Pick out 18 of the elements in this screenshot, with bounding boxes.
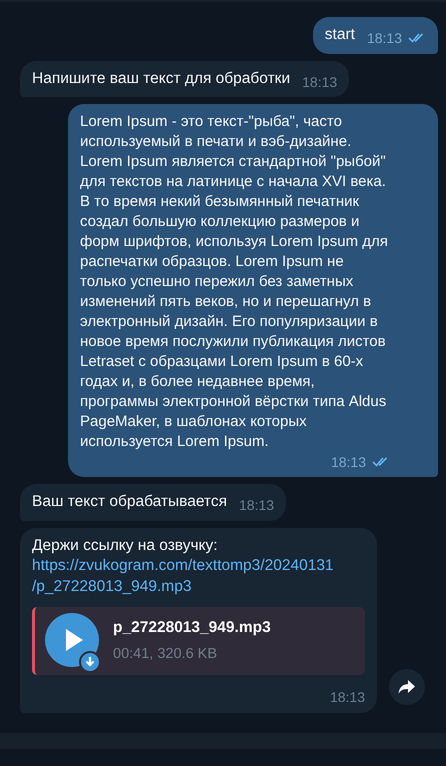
link[interactable]: https://zvukogram.com/texttomp3/20240131 [32, 556, 365, 576]
file-name: p_27228013_949.mp3 [113, 618, 271, 638]
message-text: Напишите ваш текст для обработки [32, 68, 290, 88]
message-text: Ваш текст обрабатывается [32, 492, 227, 512]
link[interactable]: /p_27228013_949.mp3 [32, 576, 365, 597]
message-time: 18:13 [302, 72, 338, 92]
message-time: 18:13 [366, 29, 402, 48]
download-icon[interactable] [79, 651, 101, 673]
file-info: 00:41, 320.6 KB [113, 645, 218, 664]
message-text: Держи ссылку на озвучку: [32, 536, 218, 554]
message-time: 18:13 [330, 453, 366, 472]
message-time: 18:13 [330, 688, 365, 707]
play-icon[interactable] [45, 613, 99, 667]
message-time: 18:13 [239, 496, 274, 515]
message-text: Lorem Ipsum - это текст-"рыба", часто используемый в печати и вэб-дизайне. Lorem Ipsum является стандартной "рыбой" для текстов на латинице с начала XVI века. В то время некий безымянный печатник создал большую коллекцию размеров и форм шрифтов, используя Lorem Ipsum для распечатки образцов. Lorem Ipsum не только успешно пережил без заметных изменений пять веков, но и перешагнул в электронный дизайн. Его популяризации в новое время послужили публикация листов Letraset с образцами Lorem Ipsum в 60-х годах и, в более недавнее время, программы электронной вёрстки типа Aldus PageMaker, в шаблонах которых используется Lorem Ipsum. [80, 112, 389, 452]
forward-button[interactable] [389, 668, 425, 704]
message-text: start [324, 25, 355, 45]
forward-icon [398, 678, 416, 694]
